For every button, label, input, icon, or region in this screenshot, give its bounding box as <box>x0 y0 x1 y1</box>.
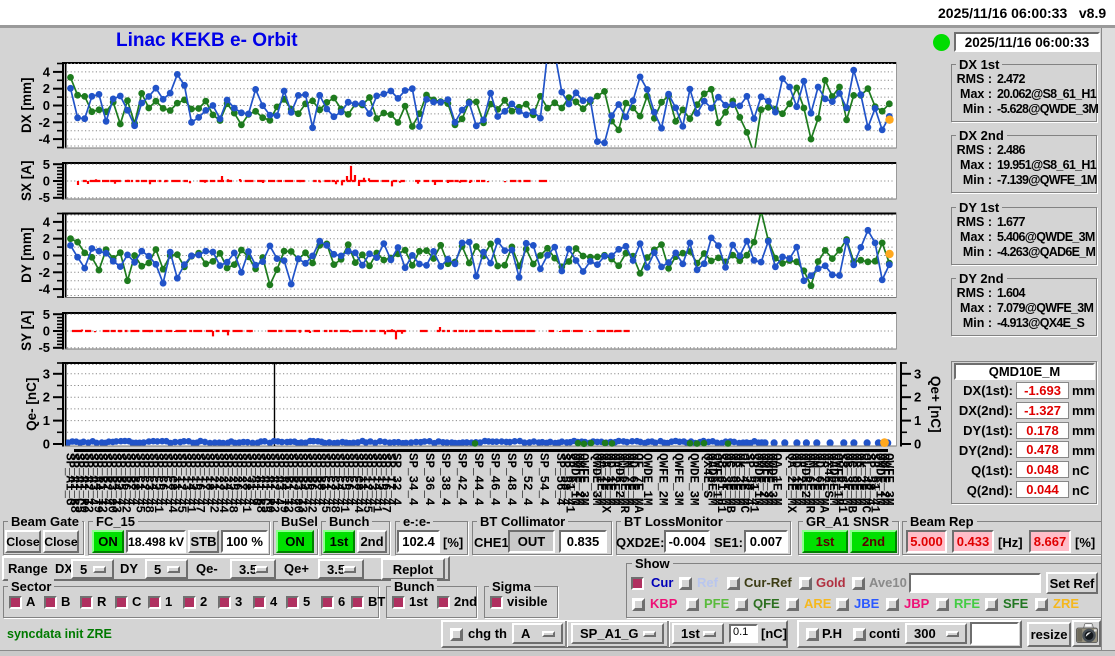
svg-text:SY [A]: SY [A] <box>19 311 34 351</box>
svg-text:5: 5 <box>43 307 50 322</box>
svg-text:SX [A]: SX [A] <box>19 161 34 202</box>
svg-text:SP_48_4: SP_48_4 <box>504 453 518 506</box>
svg-text:-4: -4 <box>38 282 50 297</box>
svg-text:2: 2 <box>43 231 50 246</box>
svg-text:0: 0 <box>43 437 50 452</box>
svg-text:4: 4 <box>43 64 51 79</box>
svg-text:QWDE_3M: QWDE_3M <box>687 453 701 506</box>
svg-text:0: 0 <box>43 174 50 189</box>
svg-text:-2: -2 <box>38 265 50 280</box>
svg-text:-2: -2 <box>38 115 50 130</box>
svg-text:Qe+ [nC]: Qe+ [nC] <box>928 376 943 433</box>
svg-text:QWFE_2M: QWFE_2M <box>656 453 670 506</box>
svg-text:5: 5 <box>43 157 50 172</box>
svg-text:0: 0 <box>43 324 50 339</box>
svg-text:0: 0 <box>43 98 50 113</box>
svg-text:Qe- [nC]: Qe- [nC] <box>24 378 39 431</box>
svg-text:DX [mm]: DX [mm] <box>19 77 34 133</box>
svg-text:SP_34_4: SP_34_4 <box>405 453 419 506</box>
svg-text:2: 2 <box>43 81 50 96</box>
svg-text:-5: -5 <box>38 190 50 205</box>
svg-text:DY [mm]: DY [mm] <box>19 228 34 283</box>
svg-text:QWFE_3M: QWFE_3M <box>577 453 591 506</box>
svg-text:SP_44_4: SP_44_4 <box>471 453 485 506</box>
svg-text:1: 1 <box>43 413 50 428</box>
svg-text:QA_1E_M: QA_1E_M <box>770 453 784 506</box>
svg-text:QWFE_3M: QWFE_3M <box>882 453 896 506</box>
svg-text:SP_32_4: SP_32_4 <box>389 453 403 506</box>
svg-text:QWFE_3M: QWFE_3M <box>671 453 685 506</box>
svg-text:SP_36_4: SP_36_4 <box>422 453 436 506</box>
svg-text:0: 0 <box>914 437 921 452</box>
svg-text:4: 4 <box>43 214 51 229</box>
svg-text:SP_54_4: SP_54_4 <box>537 453 551 506</box>
svg-text:1: 1 <box>914 413 921 428</box>
svg-text:QWDE_1M: QWDE_1M <box>640 453 654 506</box>
svg-text:2: 2 <box>43 390 50 405</box>
svg-text:-5: -5 <box>38 340 50 355</box>
svg-text:2: 2 <box>914 390 921 405</box>
svg-text:SP_38_4: SP_38_4 <box>438 453 452 506</box>
svg-text:3: 3 <box>43 366 50 381</box>
svg-text:SP_42_4: SP_42_4 <box>455 453 469 506</box>
svg-text:-4: -4 <box>38 132 50 147</box>
svg-text:SP_52_4: SP_52_4 <box>520 453 534 506</box>
svg-text:SP_46_4: SP_46_4 <box>487 453 501 506</box>
svg-text:0: 0 <box>43 248 50 263</box>
svg-text:3: 3 <box>914 366 921 381</box>
